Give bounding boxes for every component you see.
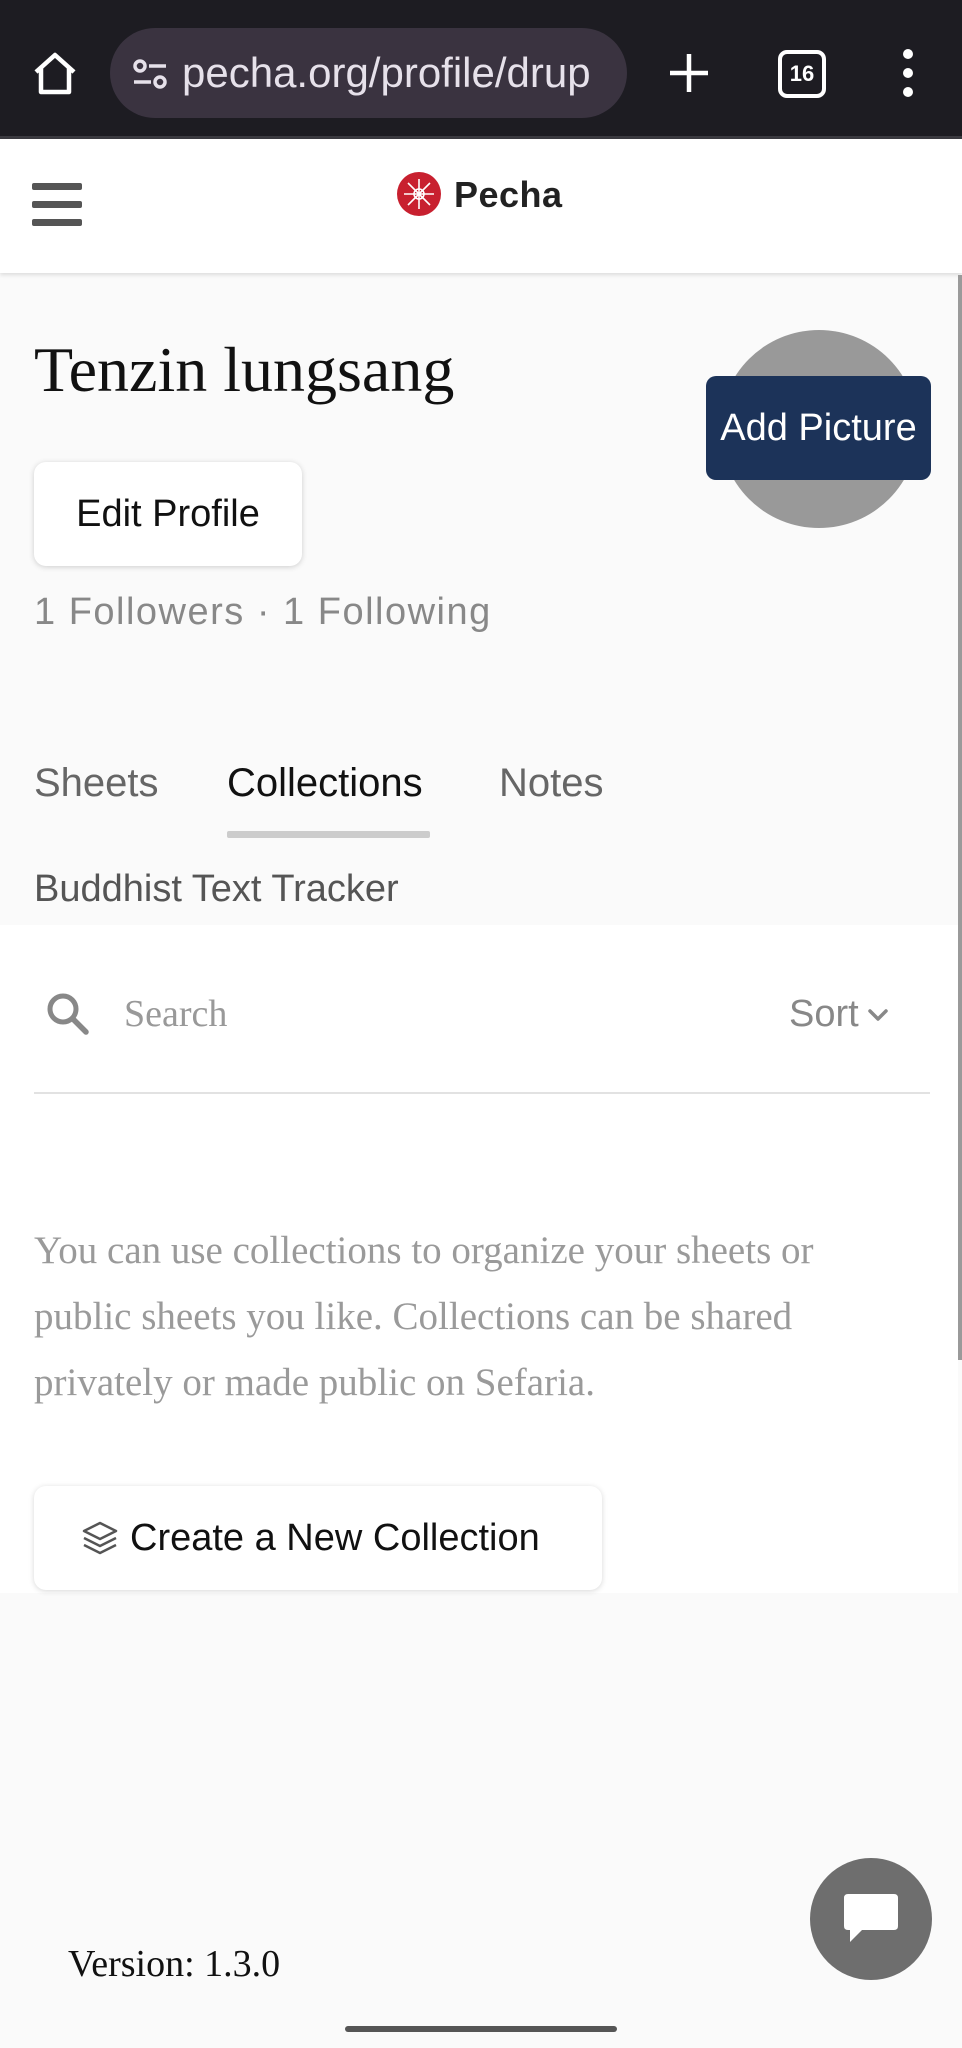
search-icon bbox=[47, 993, 89, 1035]
logo-text: Pecha bbox=[454, 174, 563, 215]
tab-notes[interactable]: Notes bbox=[499, 757, 604, 809]
sort-dropdown[interactable]: Sort bbox=[789, 986, 891, 1042]
follow-stats[interactable]: 1 Followers · 1 Following bbox=[34, 588, 492, 636]
tab-switcher-button[interactable]: 16 bbox=[778, 50, 826, 98]
address-bar[interactable]: pecha.org/profile/drup bbox=[110, 28, 627, 118]
search-input[interactable] bbox=[124, 986, 644, 1042]
version-text: Version: 1.3.0 bbox=[68, 1943, 281, 1985]
url-text[interactable]: pecha.org/profile/drup bbox=[182, 46, 591, 100]
plus-icon[interactable] bbox=[664, 48, 714, 98]
layers-icon bbox=[82, 1521, 118, 1555]
chat-button[interactable] bbox=[810, 1858, 932, 1980]
add-picture-button[interactable]: Add Picture bbox=[706, 376, 931, 480]
tune-icon[interactable] bbox=[130, 54, 170, 94]
create-collection-label: Create a New Collection bbox=[130, 1517, 540, 1559]
logo-mark-icon bbox=[397, 172, 441, 216]
tab-collections[interactable]: Collections bbox=[227, 757, 423, 809]
scrollbar[interactable] bbox=[958, 275, 962, 1360]
create-collection-button[interactable]: Create a New Collection bbox=[34, 1486, 602, 1590]
collection-title[interactable]: Buddhist Text Tracker bbox=[34, 864, 399, 914]
sort-label: Sort bbox=[789, 992, 859, 1035]
tab-sheets[interactable]: Sheets bbox=[34, 757, 159, 809]
edit-profile-button[interactable]: Edit Profile bbox=[34, 462, 302, 566]
home-icon[interactable] bbox=[30, 48, 80, 98]
active-tab-indicator bbox=[227, 831, 430, 838]
tab-count: 16 bbox=[778, 50, 826, 98]
chat-icon bbox=[844, 1894, 898, 1942]
empty-collections-message: You can use collections to organize your… bbox=[34, 1229, 814, 1404]
chevron-down-icon bbox=[867, 1009, 888, 1022]
hamburger-menu-icon[interactable] bbox=[32, 183, 82, 227]
more-vert-icon[interactable] bbox=[896, 46, 920, 100]
gesture-navigation-bar[interactable] bbox=[345, 2026, 617, 2032]
browser-toolbar: pecha.org/profile/drup 16 bbox=[0, 0, 962, 139]
profile-name: Tenzin lungsang bbox=[34, 334, 455, 405]
app-header: Pecha bbox=[0, 139, 962, 273]
divider bbox=[34, 1092, 930, 1094]
